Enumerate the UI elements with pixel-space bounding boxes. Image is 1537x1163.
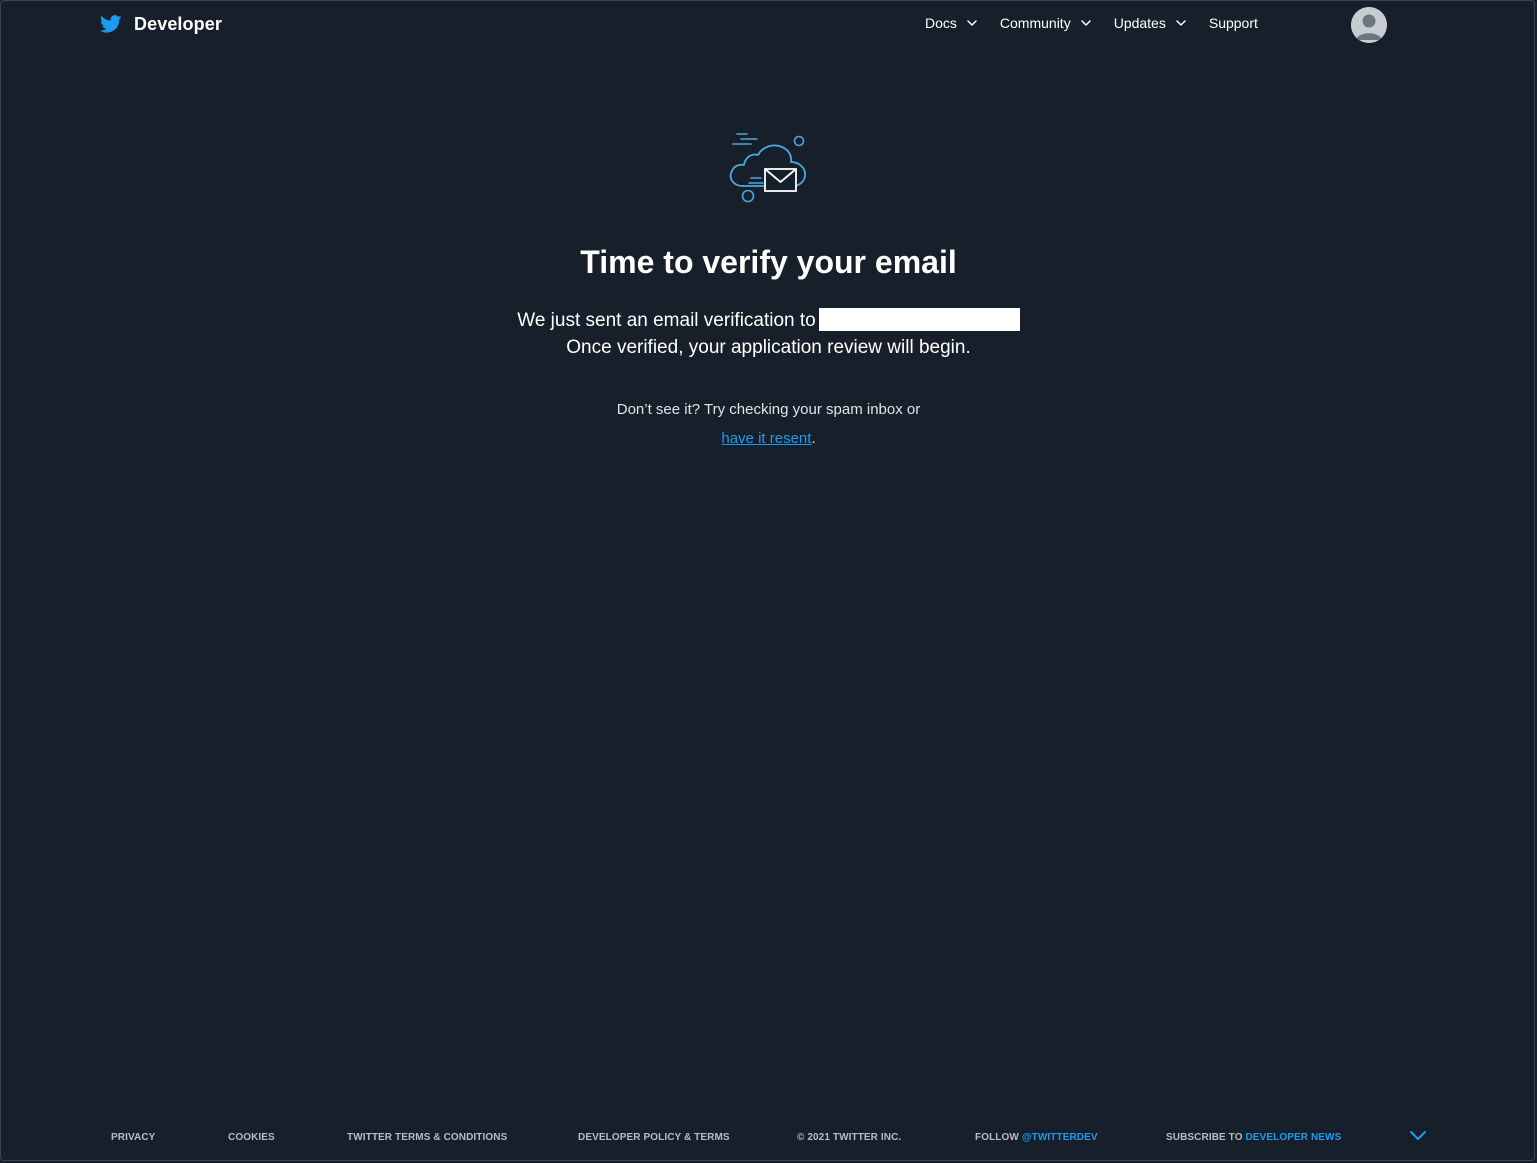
nav-support-label: Support [1208,15,1258,31]
chevron-down-icon [967,20,977,26]
footer-cookies[interactable]: COOKIES [228,1132,275,1143]
footer-subscribe[interactable]: SUBSCRIBE TO DEVELOPER NEWS [1166,1132,1341,1143]
sent-message: We just sent an email verification to [0,308,1537,332]
top-nav: Developer Docs Community Updates Support [0,0,1537,50]
verified-message: Once verified, your application review w… [566,337,971,358]
spam-hint: Don’t see it? Try checking your spam inb… [616,401,921,418]
footer-follow[interactable]: FOLLOW @TWITTERDEV [975,1132,1098,1143]
chevron-down-icon[interactable] [1409,1129,1427,1143]
footer-follow-prefix: FOLLOW [975,1132,1019,1143]
footer-copyright: © 2021 TWITTER INC. [797,1132,902,1143]
footer-developer-policy[interactable]: DEVELOPER POLICY & TERMS [578,1132,730,1143]
footer-terms[interactable]: TWITTER TERMS & CONDITIONS [347,1132,507,1143]
page-title: Time to verify your email [580,244,957,280]
nav-community-label: Community [999,15,1071,31]
main-nav: Docs Community Updates Support [925,15,1258,31]
footer: PRIVACY COOKIES TWITTER TERMS & CONDITIO… [0,1130,1537,1146]
nav-docs-label: Docs [925,15,957,31]
footer-subscribe-prefix: SUBSCRIBE TO [1166,1132,1243,1143]
footer-privacy[interactable]: PRIVACY [111,1132,155,1143]
resend-line: have it resent. [0,430,1537,447]
resend-link[interactable]: have it resent [721,430,811,447]
chevron-down-icon [1176,20,1186,26]
resend-suffix: . [811,430,816,447]
footer-subscribe-link[interactable]: DEVELOPER NEWS [1245,1132,1341,1143]
nav-support[interactable]: Support [1209,15,1258,31]
footer-follow-handle[interactable]: @TWITTERDEV [1022,1132,1098,1143]
brand[interactable]: Developer [100,13,222,35]
redacted-email [818,308,1020,331]
avatar-icon [1351,7,1387,43]
cloud-email-icon [729,133,806,203]
nav-docs[interactable]: Docs [925,15,978,31]
avatar[interactable] [1351,7,1387,43]
twitter-bird-icon [100,15,122,33]
nav-updates[interactable]: Updates [1114,15,1187,31]
brand-label: Developer [134,13,222,34]
sent-text: We just sent an email verification to [517,310,816,331]
nav-updates-label: Updates [1113,15,1166,31]
chevron-down-icon [1080,20,1091,26]
nav-community[interactable]: Community [1000,15,1092,31]
